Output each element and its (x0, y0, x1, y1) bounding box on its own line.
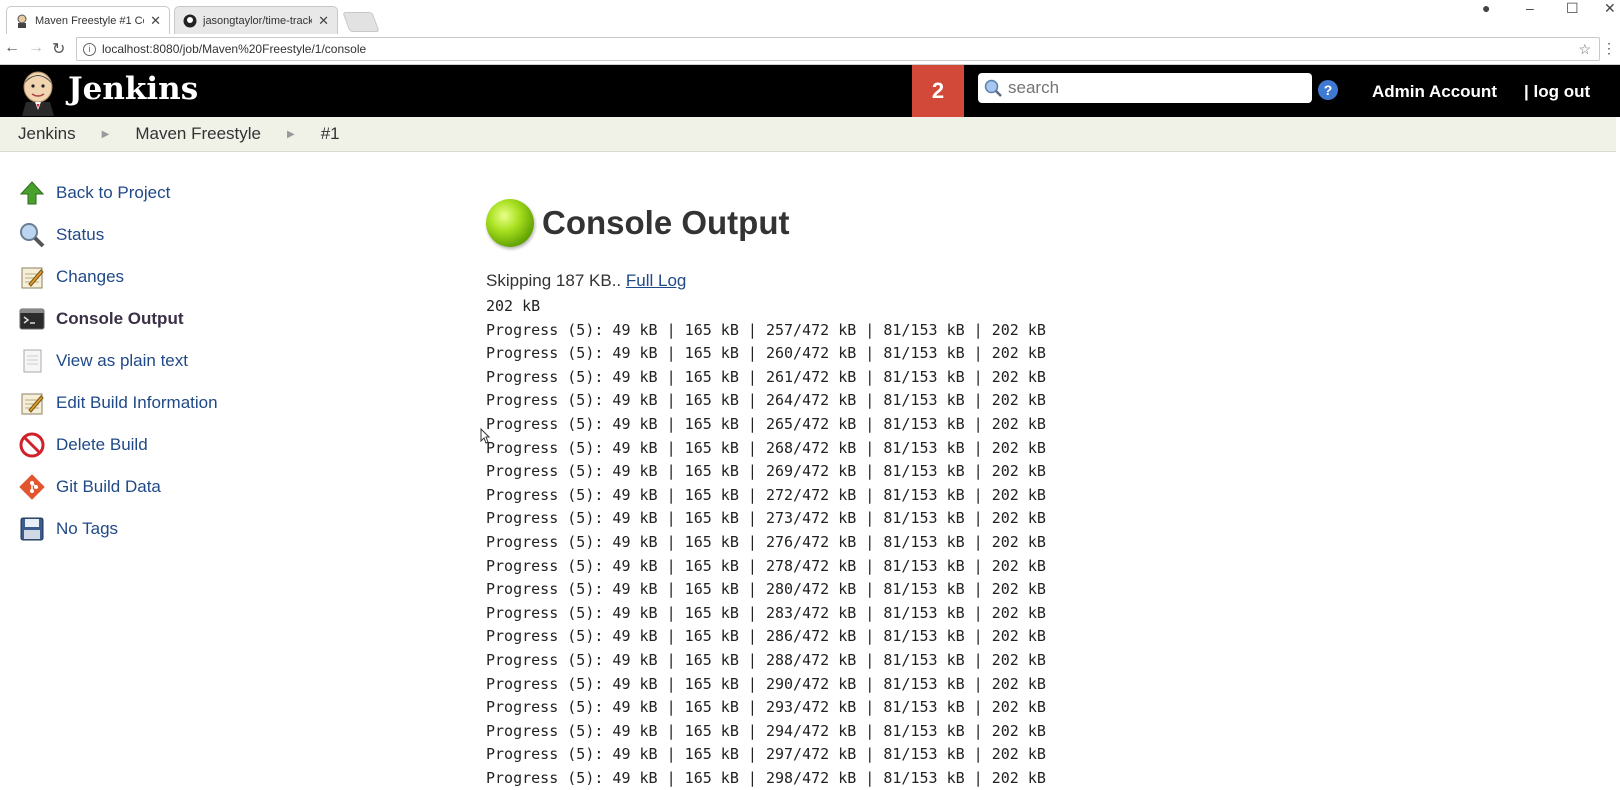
browser-tab-active[interactable]: Maven Freestyle #1 Cons ✕ (6, 6, 170, 34)
console-line: Progress (5): 49 kB | 165 kB | 268/472 k… (486, 438, 1046, 457)
notepad-icon (18, 263, 46, 291)
sidebar-item-label: Console Output (56, 309, 184, 328)
address-bar[interactable]: i localhost:8080/job/Maven%20Freestyle/1… (76, 37, 1600, 61)
sidebar-item-changes[interactable]: Changes (18, 256, 438, 298)
git-icon (18, 473, 46, 501)
page-heading: Console Output (486, 195, 1606, 251)
page-title: Console Output (542, 204, 790, 241)
close-tab-icon[interactable]: ✕ (150, 13, 161, 29)
site-info-icon[interactable]: i (83, 42, 96, 56)
console-line: Progress (5): 49 kB | 165 kB | 283/472 k… (486, 603, 1046, 622)
sidebar-item-git-build-data[interactable]: Git Build Data (18, 466, 438, 508)
sidebar-item-status[interactable]: Status (18, 214, 438, 256)
console-line: Progress (5): 49 kB | 165 kB | 293/472 k… (486, 698, 1046, 717)
tab-title: jasongtaylor/time-tracke (203, 14, 313, 27)
browser-menu-icon[interactable]: ⋮ (1602, 40, 1616, 57)
floppy-icon (18, 515, 46, 543)
breadcrumb-separator-icon: ▶ (101, 128, 110, 140)
skipping-notice: Skipping 187 KB.. Full Log (486, 271, 1606, 291)
breadcrumb-maven-freestyle[interactable]: Maven Freestyle (135, 124, 261, 144)
breadcrumb-jenkins[interactable]: Jenkins (18, 124, 76, 144)
skipping-text: Skipping 187 KB.. (486, 271, 626, 290)
no-entry-icon (18, 431, 46, 459)
mouse-cursor-icon (480, 427, 491, 444)
sidebar-item-label: No Tags (56, 519, 119, 538)
console-line: Progress (5): 49 kB | 165 kB | 286/472 k… (486, 627, 1046, 646)
side-panel: Back to Project Status Changes Console O… (18, 172, 438, 550)
new-tab-button[interactable] (342, 12, 380, 32)
profile-icon[interactable]: ● (1482, 0, 1490, 16)
jenkins-favicon-icon (15, 14, 29, 28)
sidebar-item-delete-build[interactable]: Delete Build (18, 424, 438, 466)
jenkins-wordmark[interactable]: Jenkins (68, 71, 198, 107)
jenkins-logo-icon[interactable] (18, 70, 58, 116)
full-log-link[interactable]: Full Log (626, 271, 686, 290)
sidebar-item-label: Changes (56, 267, 125, 286)
console-line: Progress (5): 49 kB | 165 kB | 298/472 k… (486, 768, 1046, 787)
search-icon (984, 79, 1002, 97)
reload-icon[interactable]: ↻ (52, 39, 65, 59)
breadcrumb: Jenkins ▶ Maven Freestyle ▶ #1 (0, 117, 1616, 152)
console-line: 202 kB (486, 297, 541, 315)
logout-link[interactable]: | log out (1524, 82, 1590, 102)
console-line: Progress (5): 49 kB | 165 kB | 269/472 k… (486, 462, 1046, 481)
forward-arrow-icon[interactable]: → (28, 39, 44, 57)
browser-tab-bar: Maven Freestyle #1 Cons ✕ jasongtaylor/t… (0, 0, 1620, 34)
sidebar-item-label: View as plain text (56, 351, 188, 370)
notepad-edit-icon (18, 389, 46, 417)
sidebar-item-label: Edit Build Information (56, 393, 218, 412)
help-icon[interactable]: ? (1318, 80, 1338, 100)
github-favicon-icon (183, 14, 197, 28)
sidebar-item-label: Status (56, 225, 105, 244)
console-line: Progress (5): 49 kB | 165 kB | 273/472 k… (486, 509, 1046, 528)
user-account-link[interactable]: Admin Account (1372, 82, 1497, 102)
tab-title: Maven Freestyle #1 Cons (35, 14, 144, 27)
console-line: Progress (5): 49 kB | 165 kB | 261/472 k… (486, 367, 1046, 386)
minimize-icon[interactable]: – (1526, 0, 1534, 16)
url-text: localhost:8080/job/Maven%20Freestyle/1/c… (102, 42, 367, 56)
back-arrow-icon[interactable]: ← (4, 39, 20, 57)
breadcrumb-separator-icon: ▶ (287, 128, 295, 140)
build-status-ball-icon (486, 199, 534, 247)
console-line: Progress (5): 49 kB | 165 kB | 257/472 k… (486, 320, 1046, 339)
console-line: Progress (5): 49 kB | 165 kB | 260/472 k… (486, 344, 1046, 363)
sidebar-item-no-tags[interactable]: No Tags (18, 508, 438, 550)
jenkins-header: Jenkins 2 ? Admin Account | log out (0, 65, 1620, 117)
terminal-icon (18, 305, 46, 333)
console-line: Progress (5): 49 kB | 165 kB | 278/472 k… (486, 556, 1046, 575)
magnifier-icon (18, 221, 46, 249)
search-input[interactable] (1006, 77, 1300, 99)
up-arrow-icon (18, 179, 46, 207)
browser-tab-inactive[interactable]: jasongtaylor/time-tracke ✕ (174, 6, 338, 34)
console-line: Progress (5): 49 kB | 165 kB | 272/472 k… (486, 485, 1046, 504)
main-panel: Console Output Skipping 187 KB.. Full Lo… (486, 195, 1606, 790)
bookmark-star-icon[interactable]: ☆ (1578, 41, 1591, 58)
console-line: Progress (5): 49 kB | 165 kB | 280/472 k… (486, 580, 1046, 599)
sidebar-item-label: Delete Build (56, 435, 148, 454)
notification-badge[interactable]: 2 (912, 65, 964, 117)
sidebar-item-edit-build-information[interactable]: Edit Build Information (18, 382, 438, 424)
console-line: Progress (5): 49 kB | 165 kB | 265/472 k… (486, 414, 1046, 433)
maximize-icon[interactable]: ☐ (1566, 0, 1579, 17)
console-line: Progress (5): 49 kB | 165 kB | 288/472 k… (486, 650, 1046, 669)
console-output: 202 kB Progress (5): 49 kB | 165 kB | 25… (486, 295, 1606, 790)
document-icon (18, 347, 46, 375)
sidebar-item-label: Back to Project (56, 183, 171, 202)
console-line: Progress (5): 49 kB | 165 kB | 276/472 k… (486, 532, 1046, 551)
console-line: Progress (5): 49 kB | 165 kB | 297/472 k… (486, 745, 1046, 764)
console-line: Progress (5): 49 kB | 165 kB | 294/472 k… (486, 721, 1046, 740)
console-line: Progress (5): 49 kB | 165 kB | 264/472 k… (486, 391, 1046, 410)
sidebar-item-console-output[interactable]: Console Output (18, 298, 438, 340)
browser-toolbar: ← → ↻ i localhost:8080/job/Maven%20Frees… (0, 34, 1620, 65)
close-tab-icon[interactable]: ✕ (318, 13, 329, 29)
console-line: Progress (5): 49 kB | 165 kB | 290/472 k… (486, 674, 1046, 693)
sidebar-item-label: Git Build Data (56, 477, 161, 496)
sidebar-item-view-plain-text[interactable]: View as plain text (18, 340, 438, 382)
search-box[interactable] (978, 73, 1312, 103)
close-window-icon[interactable]: ✕ (1604, 0, 1616, 17)
breadcrumb-build-1[interactable]: #1 (321, 124, 340, 144)
sidebar-item-back-to-project[interactable]: Back to Project (18, 172, 438, 214)
